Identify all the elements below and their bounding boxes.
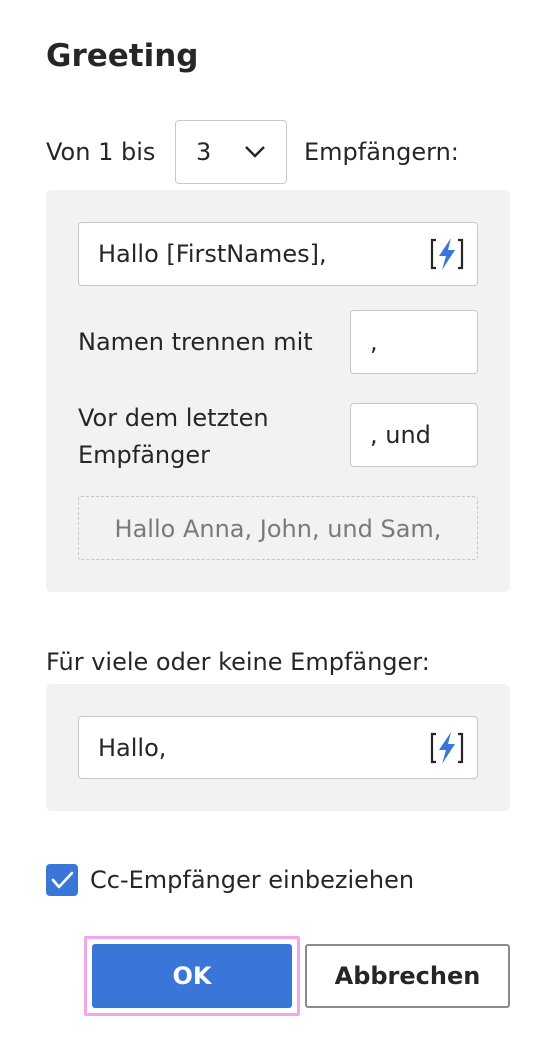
range-prefix-label: Von 1 bis [46, 138, 156, 166]
last-separator-value: , und [370, 421, 431, 449]
cc-checkbox-label[interactable]: Cc-Empfänger einbeziehen [90, 866, 414, 894]
greeting-template-text: Hallo [FirstNames], [98, 240, 327, 268]
range-suffix-label: Empfängern: [304, 138, 459, 166]
chevron-down-icon [245, 146, 265, 158]
cancel-button[interactable]: Abbrechen [305, 944, 510, 1008]
checkmark-icon [51, 871, 74, 889]
lightning-bolt-icon[interactable] [429, 236, 465, 272]
greeting-preview-text: Hallo Anna, John, und Sam, [114, 515, 442, 543]
last-separator-label-line2: Empfänger [78, 441, 211, 469]
ok-button[interactable]: OK [92, 944, 292, 1008]
last-separator-input[interactable]: , und [350, 403, 478, 467]
lightning-bolt-icon[interactable] [429, 730, 465, 766]
cc-checkbox[interactable] [46, 864, 78, 896]
last-separator-label-line1: Vor dem letzten [78, 404, 269, 432]
greeting-dialog: Greeting Von 1 bis 3 Empfängern: Hallo [… [0, 0, 554, 1050]
recipient-count-select[interactable]: 3 [175, 120, 287, 184]
separator-input[interactable]: , [350, 310, 478, 374]
separator-value: , [370, 328, 378, 356]
separator-label: Namen trennen mit [78, 328, 313, 356]
many-greeting-text: Hallo, [98, 734, 167, 762]
greeting-preview: Hallo Anna, John, und Sam, [78, 496, 478, 560]
greeting-template-input[interactable]: Hallo [FirstNames], [78, 222, 478, 286]
many-greeting-input[interactable]: Hallo, [78, 716, 478, 779]
many-recipients-label: Für viele oder keine Empfänger: [46, 648, 430, 676]
recipient-count-value: 3 [196, 138, 212, 166]
dialog-title: Greeting [46, 38, 199, 74]
